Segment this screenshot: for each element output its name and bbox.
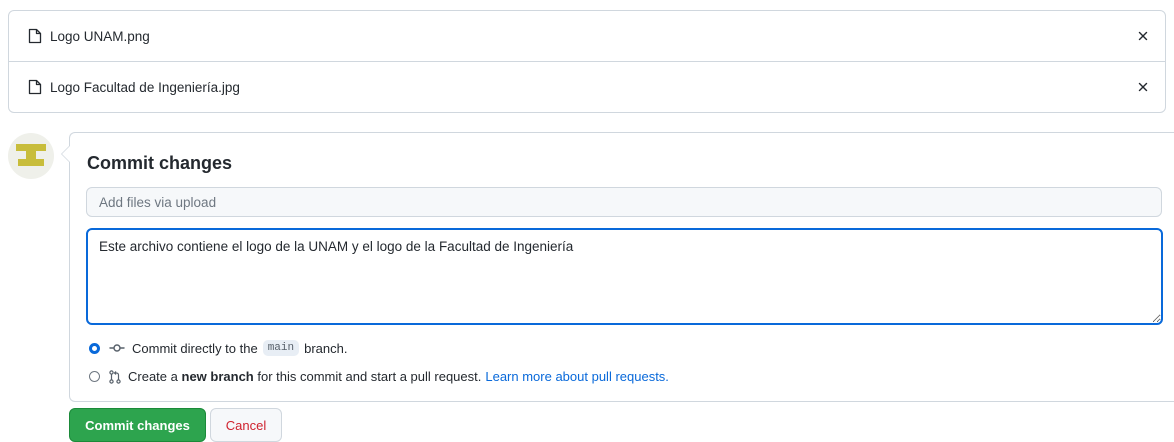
file-icon: [28, 28, 42, 44]
new-branch-text: for this commit and start a pull request…: [257, 369, 482, 384]
commit-form-title: Commit changes: [87, 153, 233, 173]
remove-file-button[interactable]: [1135, 79, 1151, 95]
git-commit-icon: [109, 342, 125, 354]
new-branch-prefix: Create a: [128, 369, 178, 384]
close-icon: [1138, 31, 1148, 41]
file-icon: [28, 79, 42, 95]
file-row: Logo Facultad de Ingeniería.jpg: [9, 61, 1165, 112]
learn-more-pull-requests-link[interactable]: Learn more about pull requests.: [485, 369, 669, 384]
commit-changes-button[interactable]: Commit changes: [69, 408, 206, 442]
remove-file-button[interactable]: [1135, 28, 1151, 44]
cancel-button[interactable]: Cancel: [210, 408, 282, 442]
option-new-branch[interactable]: Create a new branch for this commit and …: [89, 369, 669, 384]
branch-name: main: [262, 340, 300, 356]
new-branch-radio[interactable]: [89, 371, 100, 382]
close-icon: [1138, 82, 1148, 92]
file-name: Logo Facultad de Ingeniería.jpg: [50, 79, 240, 95]
file-row: Logo UNAM.png: [9, 11, 1165, 61]
commit-summary-input[interactable]: [86, 187, 1162, 217]
uploaded-files-list: Logo UNAM.png Logo Facultad de Ingenierí…: [8, 10, 1166, 113]
file-name: Logo UNAM.png: [50, 28, 150, 44]
commit-direct-radio[interactable]: [89, 342, 100, 354]
commit-description-textarea[interactable]: Este archivo contiene el logo de la UNAM…: [86, 228, 1163, 325]
commit-direct-suffix: branch.: [304, 340, 348, 356]
new-branch-emphasis: new branch: [181, 369, 254, 384]
identicon-icon: [16, 144, 46, 166]
commit-form: Commit changes Este archivo contiene el …: [61, 132, 1174, 402]
avatar[interactable]: [8, 133, 54, 179]
git-pull-request-icon: [109, 369, 121, 384]
commit-direct-label: Commit directly to the: [132, 340, 258, 356]
option-commit-direct[interactable]: Commit directly to the main branch.: [89, 340, 347, 356]
